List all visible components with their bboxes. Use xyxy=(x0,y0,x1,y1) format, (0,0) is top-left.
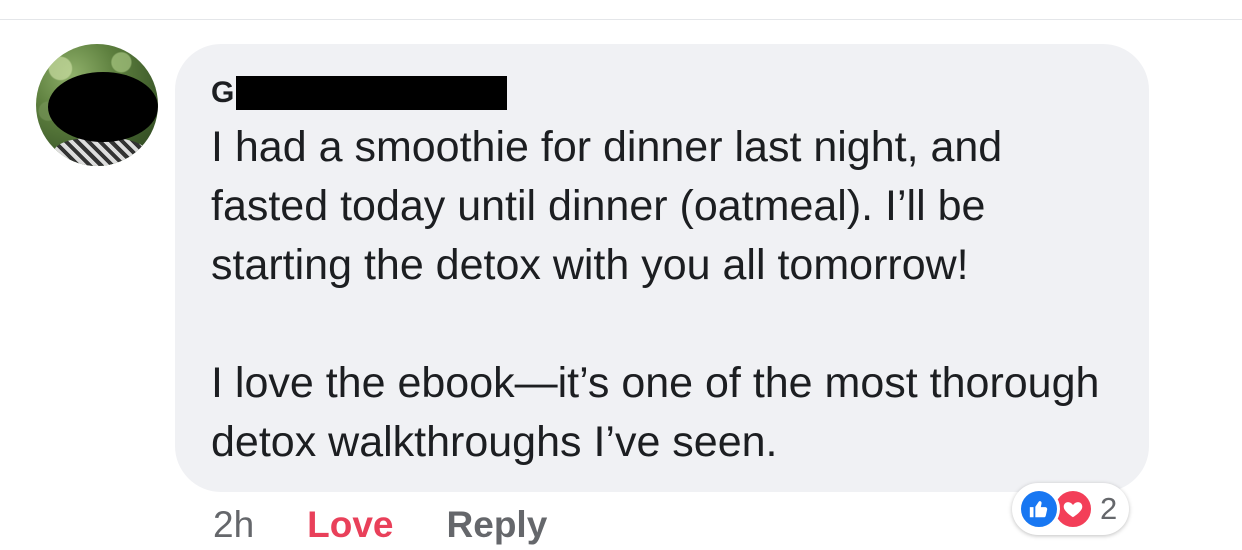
comment-paragraph: I love the ebook—it’s one of the most th… xyxy=(211,359,1100,466)
avatar[interactable] xyxy=(36,44,158,166)
comment-actions: 2h Love Reply xyxy=(213,503,547,547)
love-button[interactable]: Love xyxy=(307,504,393,546)
reaction-count: 2 xyxy=(1100,491,1118,526)
avatar-shirt xyxy=(54,138,146,166)
top-divider xyxy=(0,19,1242,20)
like-icon xyxy=(1018,488,1060,530)
reply-button[interactable]: Reply xyxy=(447,504,548,546)
author-name-redaction xyxy=(236,76,508,110)
comment-body: I had a smoothie for dinner last night, … xyxy=(211,118,1131,472)
comment-author[interactable]: G xyxy=(211,75,508,111)
avatar-redaction xyxy=(48,72,158,142)
author-name[interactable]: G xyxy=(211,75,234,111)
comment-timestamp[interactable]: 2h xyxy=(213,504,254,546)
comment-paragraph: I had a smoothie for dinner last night, … xyxy=(211,123,1003,289)
reaction-summary[interactable]: 2 xyxy=(1012,483,1130,535)
